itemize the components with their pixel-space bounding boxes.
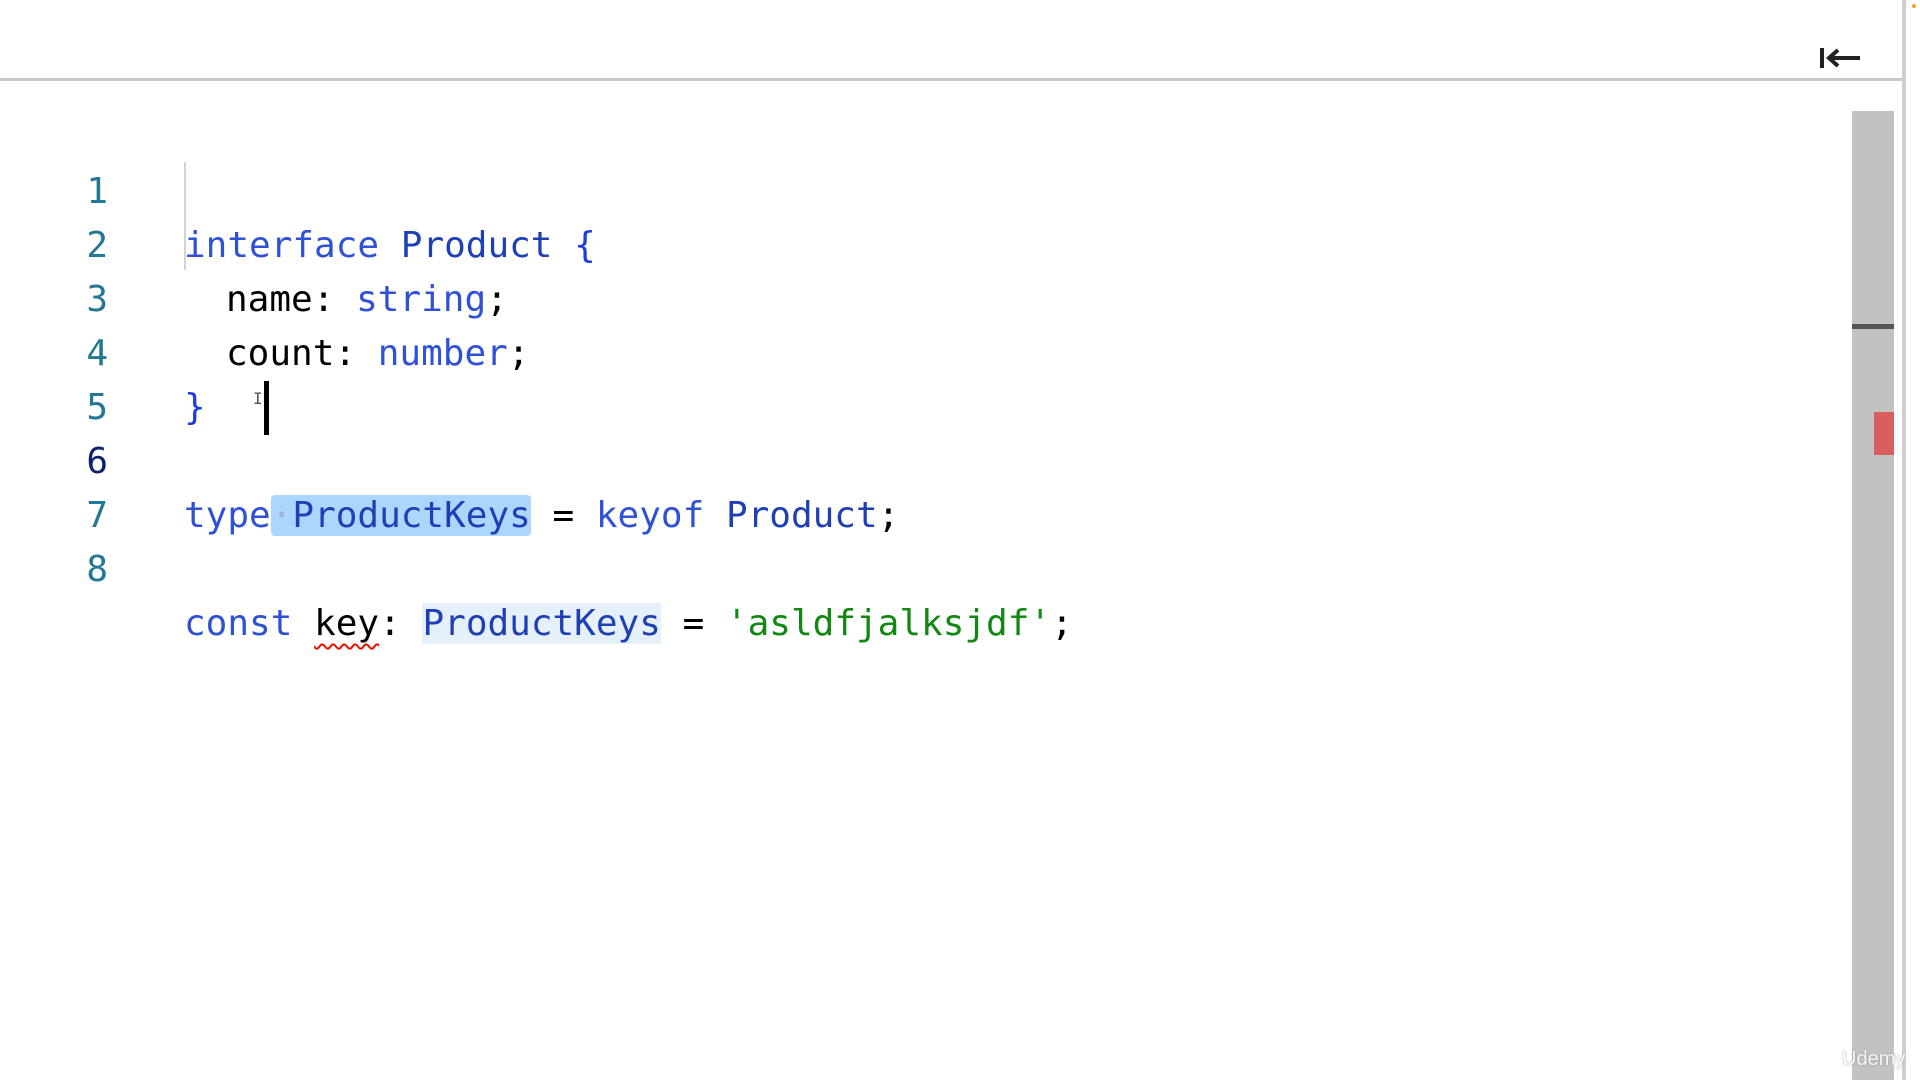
vertical-scrollbar[interactable] <box>1852 111 1894 1080</box>
text-cursor <box>264 381 269 435</box>
line-number: 8 <box>86 549 108 590</box>
code-line-8[interactable]: 8 const key: ProductKeys = 'asldfjalksjd… <box>0 489 1840 644</box>
semicolon-token: ; <box>1051 603 1073 644</box>
editor-toolbar <box>0 0 1902 81</box>
scrollbar-cursor-marker <box>1852 324 1894 329</box>
code-line-5[interactable]: 5 <box>0 327 1840 428</box>
variable-token-error[interactable]: key <box>314 603 379 644</box>
type-name-token-highlight: ProductKeys <box>422 603 661 644</box>
code-line-7[interactable]: 7 <box>0 435 1840 536</box>
scrollbar-error-marker <box>1874 412 1894 455</box>
code-line-4[interactable]: 4 } <box>0 273 1840 428</box>
code-line-3[interactable]: 3 count: number; <box>0 219 1840 374</box>
equals-token: = <box>682 603 705 644</box>
code-line-6[interactable]: 6 type·ProductKeys = keyof Product; I <box>0 381 1840 536</box>
panel-divider[interactable] <box>1902 0 1906 1080</box>
string-literal-token: 'asldfjalksjdf' <box>725 603 1052 644</box>
code-line-1[interactable]: 1 interface Product { <box>0 111 1840 266</box>
code-editor-window: 1 interface Product { 2 name: string; 3 … <box>0 0 1920 1080</box>
notification-dot <box>1912 4 1916 8</box>
code-line-2[interactable]: 2 name: string; <box>0 165 1840 320</box>
ibeam-cursor-icon: I <box>253 389 263 408</box>
watermark-logo: Udemy <box>1842 1048 1906 1070</box>
code-editor[interactable]: 1 interface Product { 2 name: string; 3 … <box>0 81 1850 1080</box>
colon-token: : <box>379 603 401 644</box>
collapse-left-icon[interactable] <box>1818 46 1862 70</box>
keyword-token: const <box>184 603 293 644</box>
